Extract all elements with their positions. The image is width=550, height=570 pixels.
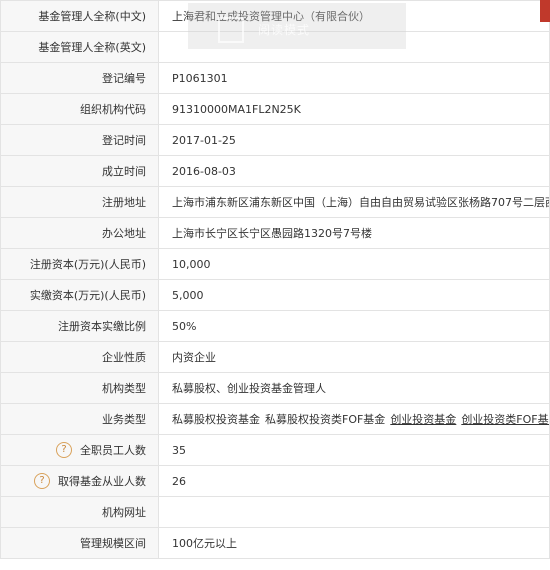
table-row: 注册资本实缴比例 50%	[0, 310, 550, 342]
value-qualified-staff: 26	[158, 465, 550, 497]
table-row: 登记时间 2017-01-25	[0, 124, 550, 156]
table-row: 登记编号 P1061301	[0, 62, 550, 94]
help-icon[interactable]: ?	[34, 473, 50, 489]
corner-bookmark-icon	[540, 0, 550, 22]
help-icon[interactable]: ?	[56, 442, 72, 458]
table-row: 组织机构代码 91310000MA1FL2N25K	[0, 93, 550, 125]
table-row: ? 取得基金从业人数 26	[0, 465, 550, 497]
table-row: 实缴资本(万元)(人民币) 5,000	[0, 279, 550, 311]
value-office-address: 上海市长宁区长宁区愚园路1320号7号楼	[158, 217, 550, 249]
label-registration-number: 登记编号	[0, 62, 159, 94]
fund-manager-info-table: 基金管理人全称(中文) 上海君和立成投资管理中心（有限合伙） 基金管理人全称(英…	[0, 0, 550, 559]
label-name-en: 基金管理人全称(英文)	[0, 31, 159, 63]
table-row: 业务类型 私募股权投资基金 私募股权投资类FOF基金 创业投资基金 创业投资类FOF基…	[0, 403, 550, 435]
label-paid-in-ratio: 注册资本实缴比例	[0, 310, 159, 342]
table-row: 基金管理人全称(中文) 上海君和立成投资管理中心（有限合伙）	[0, 0, 550, 32]
value-registration-date: 2017-01-25	[158, 124, 550, 156]
label-paid-in-capital: 实缴资本(万元)(人民币)	[0, 279, 159, 311]
table-row: 机构类型 私募股权、创业投资基金管理人	[0, 372, 550, 404]
label-establishment-date: 成立时间	[0, 155, 159, 187]
label-registered-capital: 注册资本(万元)(人民币)	[0, 248, 159, 280]
label-qualified-staff-text: 取得基金从业人数	[58, 475, 146, 488]
label-name-cn: 基金管理人全称(中文)	[0, 0, 159, 32]
value-paid-in-ratio: 50%	[158, 310, 550, 342]
label-website: 机构网址	[0, 496, 159, 528]
value-registration-number: P1061301	[158, 62, 550, 94]
value-full-time-staff: 35	[158, 434, 550, 466]
label-office-address: 办公地址	[0, 217, 159, 249]
value-institution-type: 私募股权、创业投资基金管理人	[158, 372, 550, 404]
label-institution-type: 机构类型	[0, 372, 159, 404]
label-full-time-staff-text: 全职员工人数	[80, 444, 146, 457]
fund-manager-info-page: 基金管理人全称(中文) 上海君和立成投资管理中心（有限合伙） 基金管理人全称(英…	[0, 0, 550, 570]
label-enterprise-nature: 企业性质	[0, 341, 159, 373]
label-full-time-staff: ? 全职员工人数	[0, 434, 159, 466]
value-registered-address: 上海市浦东新区浦东新区中国（上海）自由自由贸易试验区张杨路707号二层西区	[158, 186, 550, 218]
business-type-link[interactable]: 创业投资类FOF基金	[461, 413, 548, 426]
value-management-scale: 100亿元以上	[158, 527, 550, 559]
label-qualified-staff: ? 取得基金从业人数	[0, 465, 159, 497]
value-establishment-date: 2016-08-03	[158, 155, 550, 187]
table-row: 企业性质 内资企业	[0, 341, 550, 373]
label-registration-date: 登记时间	[0, 124, 159, 156]
value-organization-code: 91310000MA1FL2N25K	[158, 93, 550, 125]
table-row: 机构网址	[0, 496, 550, 528]
label-registered-address: 注册地址	[0, 186, 159, 218]
table-row: ? 全职员工人数 35	[0, 434, 550, 466]
table-row: 管理规模区间 100亿元以上	[0, 527, 550, 559]
label-organization-code: 组织机构代码	[0, 93, 159, 125]
table-row: 办公地址 上海市长宁区长宁区愚园路1320号7号楼	[0, 217, 550, 249]
value-website[interactable]	[158, 496, 550, 528]
label-management-scale: 管理规模区间	[0, 527, 159, 559]
table-row: 注册地址 上海市浦东新区浦东新区中国（上海）自由自由贸易试验区张杨路707号二层…	[0, 186, 550, 218]
value-business-type: 私募股权投资基金私募股权投资类FOF基金创业投资基金创业投资类FOF基金	[158, 403, 550, 435]
table-row: 基金管理人全称(英文)	[0, 31, 550, 63]
value-name-en	[158, 31, 550, 63]
value-registered-capital: 10,000	[158, 248, 550, 280]
value-paid-in-capital: 5,000	[158, 279, 550, 311]
table-row: 成立时间 2016-08-03	[0, 155, 550, 187]
value-enterprise-nature: 内资企业	[158, 341, 550, 373]
label-business-type: 业务类型	[0, 403, 159, 435]
business-type-item: 私募股权投资基金	[172, 413, 260, 426]
table-row: 注册资本(万元)(人民币) 10,000	[0, 248, 550, 280]
value-name-cn: 上海君和立成投资管理中心（有限合伙）	[158, 0, 550, 32]
business-type-link[interactable]: 创业投资基金	[390, 413, 456, 426]
business-type-item: 私募股权投资类FOF基金	[265, 413, 386, 426]
